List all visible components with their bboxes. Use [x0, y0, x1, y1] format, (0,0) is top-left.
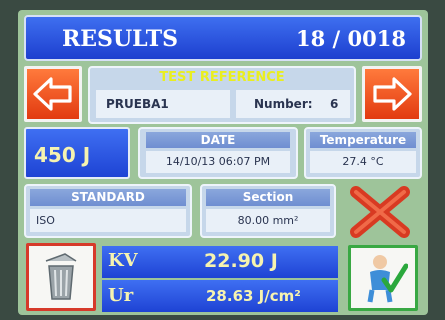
previous-button[interactable] — [24, 66, 82, 122]
test-reference-value[interactable]: PRUEBA1 — [96, 90, 230, 118]
check-figure-icon — [367, 255, 408, 303]
trash-can-icon — [45, 253, 77, 300]
kv-value: 22.90 J — [204, 250, 278, 272]
number-value: 6 — [330, 97, 339, 111]
section-panel: Section 80.00 mm² — [200, 184, 336, 238]
section-label: Section — [206, 189, 330, 206]
kv-panel: KV 22.90 J — [102, 246, 338, 278]
ur-value: 28.63 J/cm² — [206, 287, 301, 305]
approve-button[interactable] — [348, 245, 418, 311]
date-label: DATE — [146, 132, 290, 148]
energy-value: 450 J — [24, 127, 130, 179]
arrow-left-icon — [33, 77, 72, 111]
date-panel: DATE 14/10/13 06:07 PM — [138, 127, 298, 179]
number-label: Number: — [254, 97, 313, 111]
ur-panel: Ur 28.63 J/cm² — [102, 280, 338, 312]
delete-button[interactable] — [344, 184, 416, 240]
next-button[interactable] — [362, 66, 422, 122]
kv-label: KV — [108, 250, 138, 271]
temperature-value: 27.4 °C — [310, 151, 416, 173]
red-x-icon — [350, 186, 410, 238]
test-reference-panel: TEST REFERENCE PRUEBA1 Number: 6 — [88, 66, 356, 124]
standard-label: STANDARD — [30, 189, 186, 206]
results-header: RESULTS 18 / 0018 — [24, 15, 422, 61]
temperature-label: Temperature — [310, 132, 416, 148]
standard-panel: STANDARD ISO — [24, 184, 192, 238]
ur-label: Ur — [108, 285, 134, 306]
date-value: 14/10/13 06:07 PM — [146, 151, 290, 173]
standard-value[interactable]: ISO — [30, 209, 186, 232]
record-counter: 18 / 0018 — [296, 26, 406, 51]
trash-button[interactable] — [26, 243, 96, 311]
page-title: RESULTS — [62, 26, 179, 52]
test-reference-label: TEST REFERENCE — [159, 70, 285, 85]
number-field: Number: 6 — [236, 90, 350, 118]
arrow-right-icon — [373, 77, 412, 111]
section-value: 80.00 mm² — [206, 209, 330, 232]
touch-screen: RESULTS 18 / 0018 TEST REFERENCE PRUEBA1… — [18, 10, 428, 315]
temperature-panel: Temperature 27.4 °C — [304, 127, 422, 179]
